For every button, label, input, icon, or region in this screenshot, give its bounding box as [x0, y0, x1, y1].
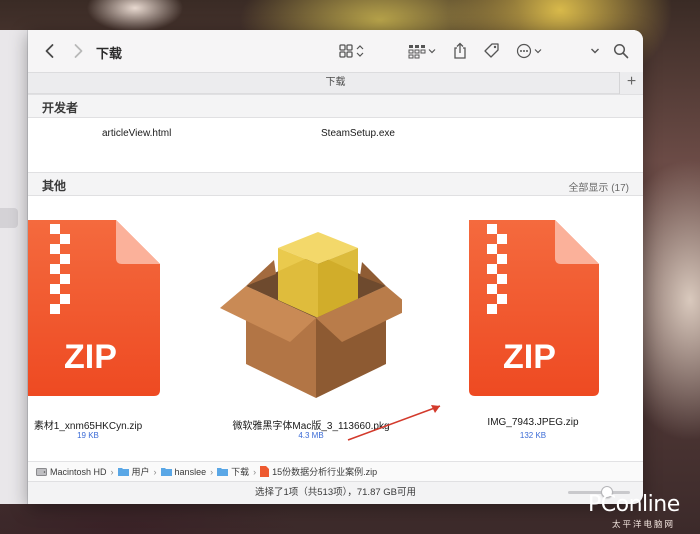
breadcrumb-label: 15份数据分析行业案例.zip	[272, 467, 378, 477]
watermark-subtitle: 太平洋电脑网	[612, 519, 676, 529]
file-size: 132 KB	[519, 431, 547, 440]
file-name: IMG_7943.JPEG.zip	[487, 417, 579, 428]
sidebar-selection	[0, 208, 18, 228]
breadcrumb-label: 用户	[131, 467, 150, 477]
chevron-right-icon: ›	[153, 466, 157, 477]
folder-icon	[117, 468, 129, 476]
zip-label: ZIP	[503, 338, 556, 376]
breadcrumb-item-downloads[interactable]: 下载	[217, 465, 249, 478]
background-window-sidebar	[0, 30, 28, 504]
downloads-folder-icon	[217, 468, 229, 476]
zip-file-icon: ZIP	[469, 220, 599, 396]
breadcrumb-item-file[interactable]: 15份数据分析行业案例.zip	[260, 465, 377, 478]
chevron-right-icon: ›	[210, 466, 214, 477]
hard-drive-icon	[36, 467, 47, 476]
breadcrumb-label: 下载	[231, 467, 250, 477]
watermark-brand: PConline	[588, 492, 680, 517]
breadcrumb-label: Macintosh HD	[50, 466, 107, 477]
breadcrumb-label: hanslee	[174, 466, 207, 477]
breadcrumb-item-macintosh-hd[interactable]: Macintosh HD	[36, 467, 107, 477]
path-breadcrumb: Macintosh HD › 用户 › hanslee › 下载 › 15份数据…	[28, 461, 643, 481]
status-bar: 选择了1项（共513项），71.87 GB可用	[28, 481, 643, 504]
finder-window: 下载 下载 + 开发者 articleView.html SteamSetup.…	[28, 30, 643, 504]
file-item-zip-3[interactable]: ZIP	[463, 218, 599, 403]
home-folder-icon	[160, 468, 172, 476]
breadcrumb-item-user[interactable]: hanslee	[160, 466, 207, 477]
chevron-right-icon: ›	[110, 466, 114, 477]
chevron-right-icon: ›	[253, 466, 257, 477]
zip-file-icon	[260, 466, 270, 477]
breadcrumb-item-users[interactable]: 用户	[117, 465, 150, 478]
